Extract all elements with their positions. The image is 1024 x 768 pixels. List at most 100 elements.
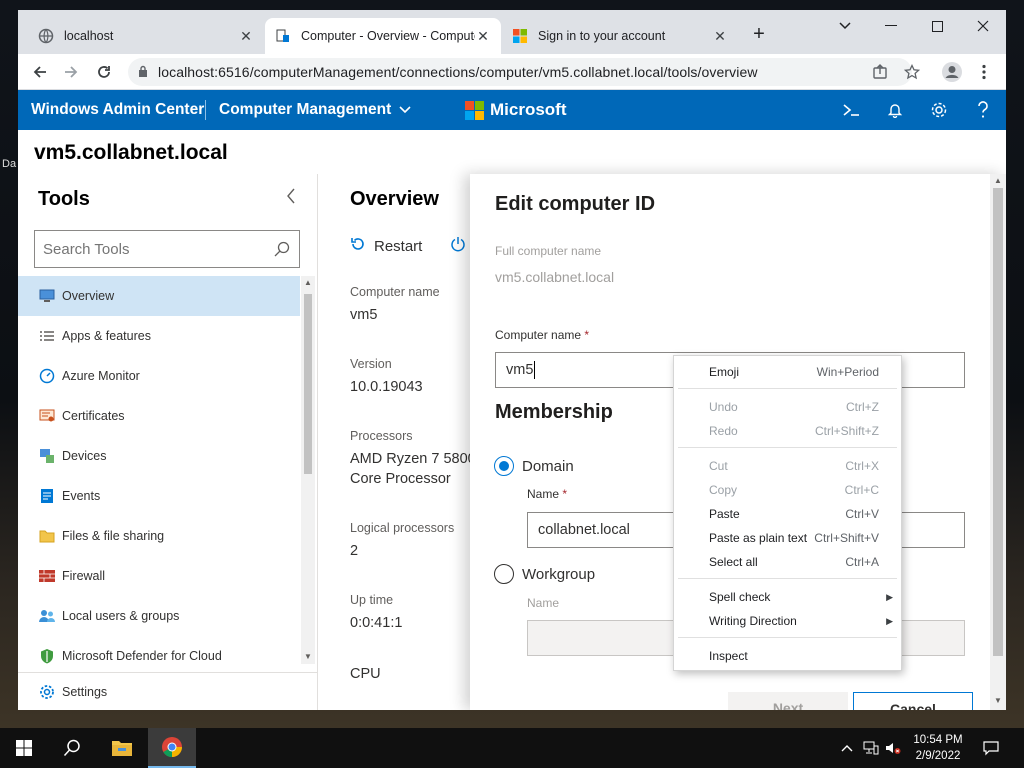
tool-item-apps-features[interactable]: Apps & features	[18, 316, 300, 356]
restart-button[interactable]: Restart	[350, 236, 422, 257]
next-button[interactable]: Next	[728, 692, 848, 710]
maximize-button[interactable]	[914, 10, 960, 42]
menu-kebab-icon[interactable]	[972, 60, 996, 84]
scroll-down-arrow-icon[interactable]: ▼	[993, 696, 1003, 706]
volume-muted-icon[interactable]	[885, 740, 901, 756]
cpu-heading: CPU	[350, 666, 381, 682]
power-icon[interactable]	[450, 236, 466, 257]
field-label: Computer name	[350, 285, 440, 299]
chevron-up-icon[interactable]	[839, 740, 855, 756]
tool-item-local-users[interactable]: Local users & groups	[18, 596, 300, 636]
powershell-icon[interactable]	[839, 98, 863, 122]
tool-item-settings[interactable]: Settings	[18, 672, 317, 710]
profile-avatar[interactable]	[940, 60, 964, 84]
tool-item-azure-monitor[interactable]: Azure Monitor	[18, 356, 300, 396]
computer-name-label: Computer name	[495, 328, 582, 342]
forward-button[interactable]	[59, 60, 83, 84]
share-icon[interactable]	[868, 60, 892, 84]
notification-icon[interactable]	[983, 740, 999, 756]
search-tools-input[interactable]	[43, 240, 265, 258]
scroll-up-arrow-icon[interactable]: ▲	[303, 278, 313, 288]
domain-name-label: Name	[527, 487, 560, 501]
field-processors: Processors AMD Ryzen 7 5800 Core Process…	[350, 429, 476, 489]
start-button[interactable]	[0, 728, 48, 768]
scroll-thumb[interactable]	[993, 188, 1003, 656]
menu-shortcut: Ctrl+Shift+V	[814, 531, 879, 545]
full-name-label: Full computer name	[495, 244, 602, 258]
scroll-up-arrow-icon[interactable]: ▲	[993, 176, 1003, 186]
gear-icon[interactable]	[927, 98, 951, 122]
tool-label: Certificates	[62, 409, 125, 423]
server-title: vm5.collabnet.local	[34, 141, 228, 164]
chrome-icon[interactable]	[148, 728, 196, 768]
close-tab-icon[interactable]: ✕	[238, 28, 254, 45]
cancel-button[interactable]: Cancel	[853, 692, 973, 710]
domain-name-value: collabnet.local	[538, 522, 630, 538]
firewall-icon	[38, 567, 56, 585]
close-tab-icon[interactable]: ✕	[712, 28, 728, 45]
workgroup-radio[interactable]: Workgroup	[494, 564, 595, 584]
menu-item-paste-plain[interactable]: Paste as plain text Ctrl+Shift+V	[674, 526, 901, 550]
tool-item-overview[interactable]: Overview	[18, 276, 300, 316]
new-tab-button[interactable]: +	[745, 18, 773, 50]
menu-item-redo[interactable]: Redo Ctrl+Shift+Z	[674, 419, 901, 443]
system-clock[interactable]: 10:54 PM 2/9/2022	[908, 732, 968, 764]
tab-title: Computer - Overview - Compute	[301, 29, 475, 43]
back-button[interactable]	[28, 60, 52, 84]
app-header: Windows Admin Center Computer Management…	[18, 90, 1006, 130]
tab-localhost[interactable]: localhost ✕	[28, 18, 264, 54]
tools-title: Tools	[38, 188, 90, 210]
menu-item-emoji[interactable]: Emoji Win+Period	[674, 360, 901, 384]
menu-item-spell-check[interactable]: Spell check ▶	[674, 585, 901, 609]
menu-item-cut[interactable]: Cut Ctrl+X	[674, 454, 901, 478]
url-text: localhost:6516/computerManagement/connec…	[158, 64, 758, 80]
tool-label: Firewall	[62, 569, 106, 583]
field-label: Up time	[350, 593, 394, 607]
scroll-down-arrow-icon[interactable]: ▼	[303, 652, 313, 662]
tab-strip: localhost ✕ Computer - Overview - Comput…	[18, 10, 1006, 54]
menu-item-select-all[interactable]: Select all Ctrl+A	[674, 550, 901, 574]
tool-item-defender[interactable]: Microsoft Defender for Cloud	[18, 636, 300, 664]
tool-item-files[interactable]: Files & file sharing	[18, 516, 300, 556]
reload-button[interactable]	[92, 60, 116, 84]
tab-sign-in[interactable]: Sign in to your account ✕	[502, 18, 738, 54]
menu-item-undo[interactable]: Undo Ctrl+Z	[674, 395, 901, 419]
tool-item-events[interactable]: Events	[18, 476, 300, 516]
menu-item-copy[interactable]: Copy Ctrl+C	[674, 478, 901, 502]
tab-search-button[interactable]	[822, 10, 868, 42]
close-window-button[interactable]	[960, 10, 1006, 42]
search-icon[interactable]	[265, 241, 299, 257]
tools-scrollbar[interactable]: ▲ ▼	[301, 276, 315, 664]
menu-label: Spell check	[709, 590, 771, 604]
context-switcher[interactable]: Computer Management	[219, 101, 411, 119]
overview-title: Overview	[350, 188, 439, 210]
search-tools-box	[34, 230, 300, 268]
menu-item-writing-direction[interactable]: Writing Direction ▶	[674, 609, 901, 633]
minimize-button[interactable]	[868, 10, 914, 42]
url-field[interactable]: localhost:6516/computerManagement/connec…	[128, 58, 912, 86]
bell-icon[interactable]	[883, 98, 907, 122]
menu-item-inspect[interactable]: Inspect	[674, 644, 901, 668]
file-explorer-icon[interactable]	[98, 728, 146, 768]
menu-item-paste[interactable]: Paste Ctrl+V	[674, 502, 901, 526]
tab-computer-overview[interactable]: Computer - Overview - Compute ✕	[265, 18, 501, 54]
search-icon[interactable]	[48, 728, 96, 768]
domain-name-label-row: Name *	[527, 487, 567, 501]
bookmark-star-icon[interactable]	[900, 60, 924, 84]
tool-label: Settings	[62, 684, 108, 699]
users-icon	[38, 607, 56, 625]
help-icon[interactable]	[971, 98, 995, 122]
app-title[interactable]: Windows Admin Center	[31, 101, 204, 119]
scroll-thumb[interactable]	[304, 294, 312, 474]
collapse-chevron-left-icon[interactable]	[286, 188, 296, 209]
tool-item-firewall[interactable]: Firewall	[18, 556, 300, 596]
network-icon[interactable]	[863, 740, 879, 756]
close-tab-icon[interactable]: ✕	[475, 28, 491, 45]
tool-item-certificates[interactable]: Certificates	[18, 396, 300, 436]
menu-label: Copy	[709, 483, 738, 497]
panel-scrollbar[interactable]: ▲ ▼	[990, 174, 1006, 710]
menu-label: Emoji	[709, 365, 740, 379]
gear-icon	[38, 684, 56, 700]
domain-radio[interactable]: Domain	[494, 456, 574, 476]
tool-item-devices[interactable]: Devices	[18, 436, 300, 476]
